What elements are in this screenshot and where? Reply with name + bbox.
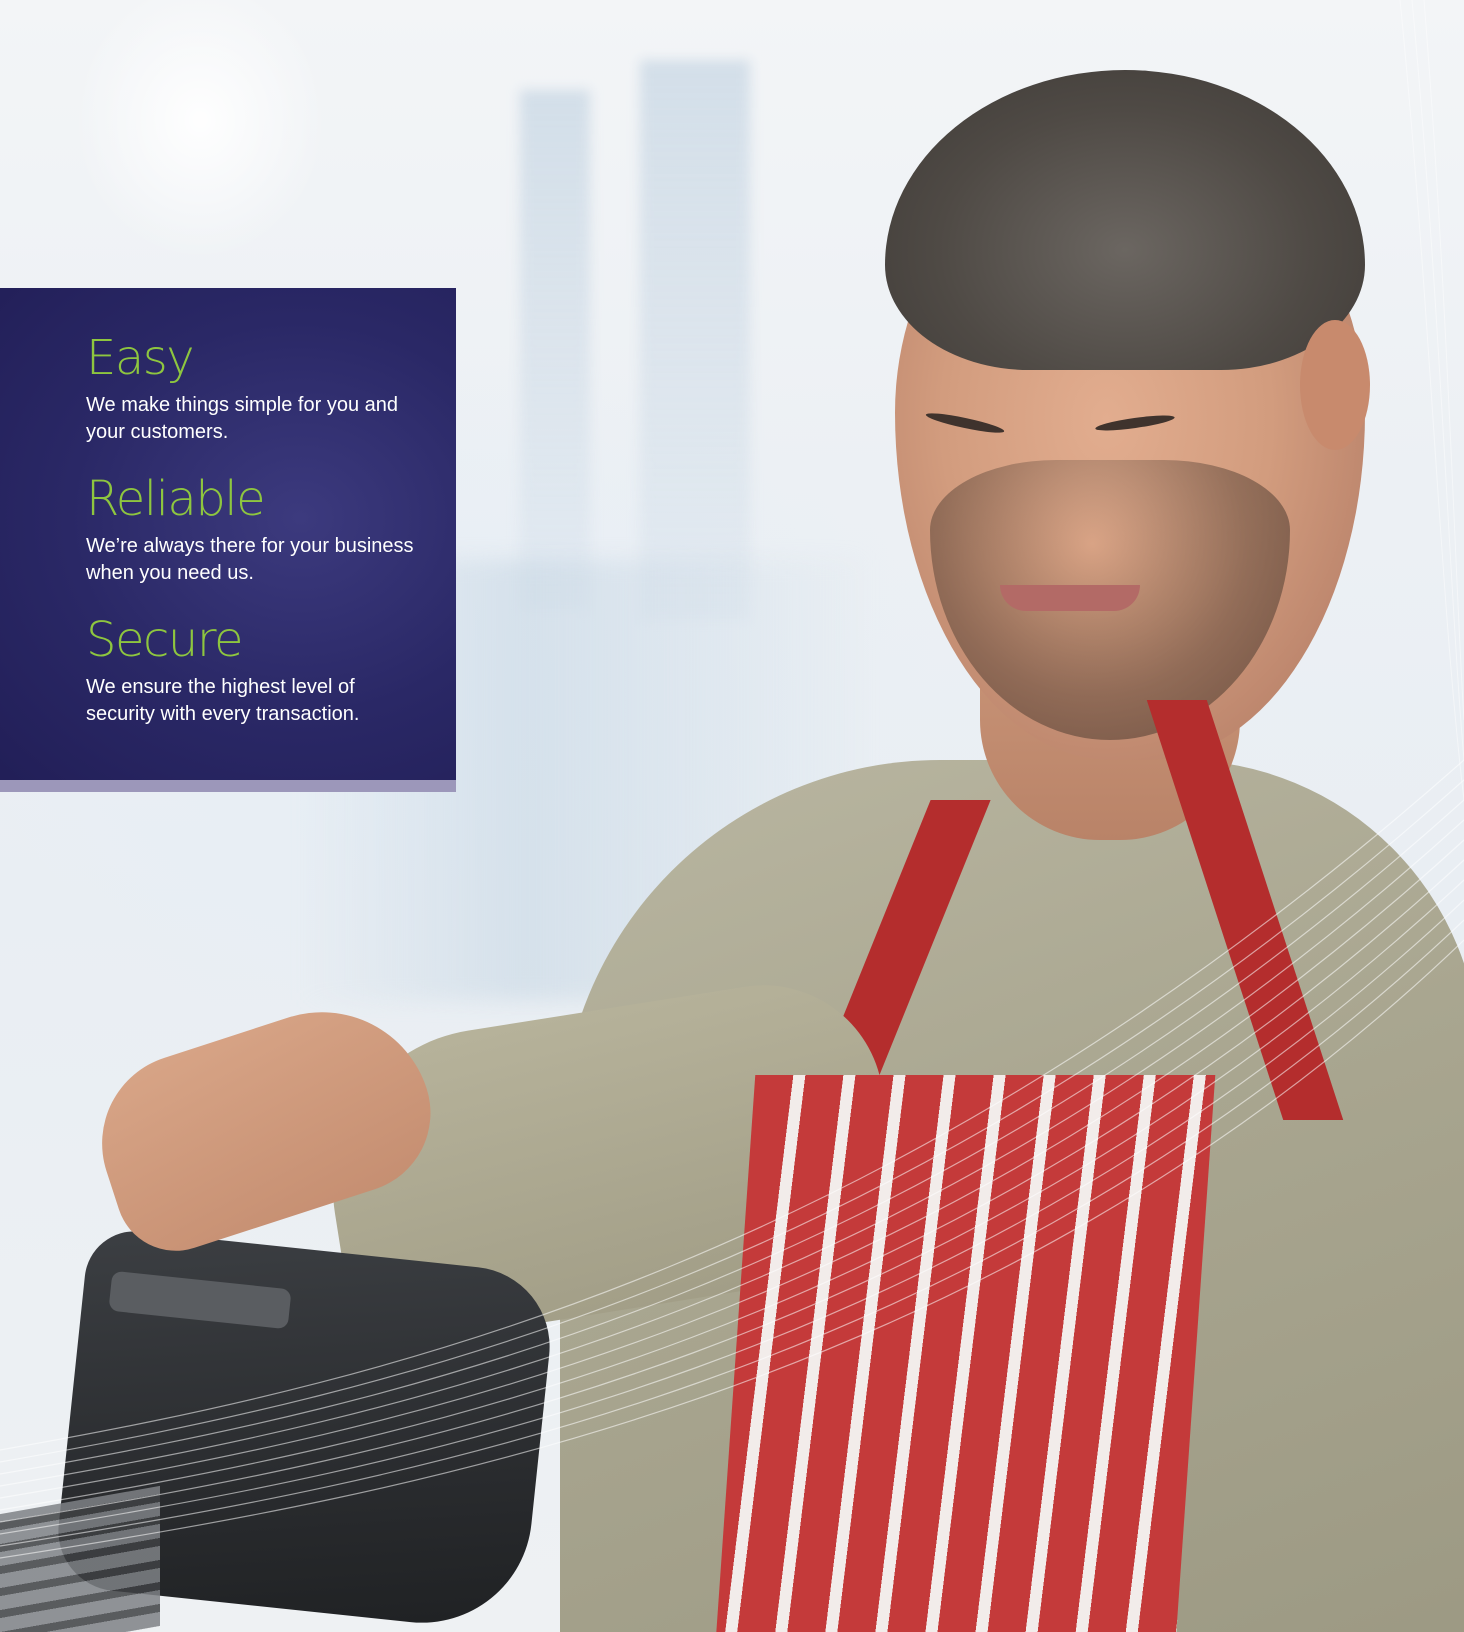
panel-bottom-bar [0,780,456,792]
values-panel: Easy We make things simple for you and y… [0,288,456,780]
value-description: We make things simple for you and your c… [86,394,399,443]
hero-photo [0,0,1464,1632]
value-description: We ensure the highest level of security … [86,676,360,725]
striped-apron [714,1075,1216,1632]
value-description: We’re always there for your business whe… [86,535,414,584]
background-window [520,90,590,610]
shopkeeper-hair [885,70,1365,370]
value-item-secure: Secure We ensure the highest level of se… [86,614,426,728]
shopkeeper-ear [1300,320,1370,450]
background-window [640,60,750,620]
value-title: Reliable [86,471,266,527]
keyboard [0,1485,160,1632]
shopkeeper-smile [1000,585,1140,611]
value-title: Secure [86,612,244,668]
value-title: Easy [86,330,195,386]
value-item-reliable: Reliable We’re always there for your bus… [86,473,426,587]
value-item-easy: Easy We make things simple for you and y… [86,332,426,446]
